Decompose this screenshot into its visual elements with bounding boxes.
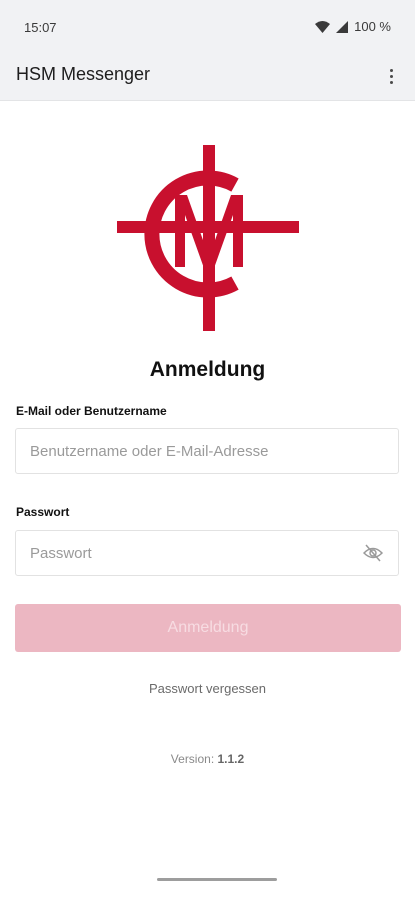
signal-icon — [336, 20, 349, 33]
app-bar: HSM Messenger — [0, 52, 415, 101]
password-input[interactable] — [15, 530, 399, 576]
status-icons: 100 % — [315, 19, 391, 34]
eye-off-icon[interactable] — [363, 544, 383, 562]
app-title: HSM Messenger — [16, 64, 151, 84]
hsm-logo — [117, 145, 299, 331]
forgot-password-link[interactable]: Passwort vergessen — [0, 681, 415, 696]
home-indicator[interactable] — [157, 878, 277, 881]
version-number: 1.1.2 — [217, 752, 245, 766]
version-info: Version: 1.1.2 — [0, 752, 415, 766]
username-label: E-Mail oder Benutzername — [16, 404, 167, 418]
login-button[interactable]: Anmeldung — [15, 604, 401, 652]
battery-text: 100 % — [354, 19, 391, 34]
wifi-icon — [315, 20, 331, 33]
status-bar: 15:07 100 % — [0, 0, 415, 52]
login-heading: Anmeldung — [149, 358, 266, 381]
status-time: 15:07 — [24, 20, 57, 35]
password-label: Passwort — [16, 505, 70, 519]
overflow-menu-icon[interactable] — [379, 62, 403, 90]
version-label: Version: — [170, 752, 215, 766]
username-input[interactable] — [15, 428, 399, 474]
